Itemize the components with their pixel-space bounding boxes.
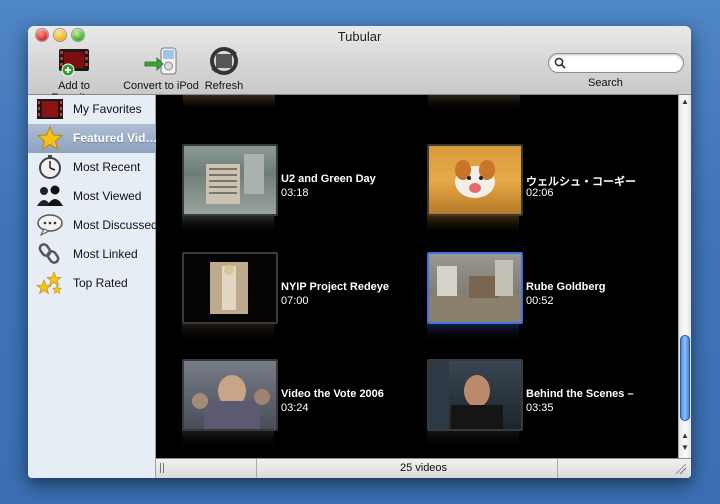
- partial-video-reflection: [183, 95, 275, 109]
- refresh-button[interactable]: Refresh: [204, 46, 244, 92]
- titlebar-toolbar: Tubular Add to Favorites: [28, 26, 691, 104]
- resize-grip-icon[interactable]: [676, 464, 686, 474]
- sidebar-item-featured-videos[interactable]: Featured Vid…: [28, 124, 158, 153]
- video-duration: 07:00: [281, 295, 309, 307]
- ipod-convert-icon: [143, 46, 179, 78]
- scroll-up-arrow-icon[interactable]: ▲: [681, 97, 689, 106]
- scroll-up-arrow-icon[interactable]: ▲: [681, 431, 689, 440]
- sidebar-item-label: My Favorites: [73, 102, 142, 116]
- sidebar-item-label: Most Discussed: [73, 218, 158, 232]
- video-thumbnail[interactable]: [182, 144, 278, 216]
- scroll-down-arrow-icon[interactable]: ▼: [681, 443, 689, 452]
- sidebar-item-top-rated[interactable]: Top Rated: [28, 269, 155, 298]
- sidebar-item-my-favorites[interactable]: My Favorites: [28, 95, 155, 124]
- video-title: Behind the Scenes –: [526, 388, 634, 400]
- refresh-label: Refresh: [204, 80, 244, 92]
- search-icon: [554, 57, 566, 69]
- convert-to-ipod-label: Convert to iPod: [123, 80, 199, 92]
- film-add-icon: [56, 46, 92, 78]
- refresh-icon: [206, 46, 242, 78]
- app-window: Tubular Add to Favorites: [28, 26, 691, 478]
- video-title: U2 and Green Day: [281, 173, 376, 185]
- video-title: NYIP Project Redeye: [281, 281, 390, 293]
- video-count: 25 videos: [399, 462, 448, 474]
- video-duration: 03:24: [281, 402, 309, 414]
- people-icon: [37, 185, 63, 206]
- sidebar-item-label: Most Linked: [73, 247, 138, 261]
- video-thumbnail[interactable]: [182, 252, 278, 324]
- sidebar-item-label: Featured Vid…: [73, 131, 158, 145]
- video-thumbnail-selected[interactable]: [427, 252, 523, 324]
- sidebar-item-most-linked[interactable]: Most Linked: [28, 240, 155, 269]
- video-thumbnail[interactable]: [427, 144, 523, 216]
- convert-to-ipod-button[interactable]: Convert to iPod: [121, 46, 201, 92]
- video-duration: 03:35: [526, 402, 554, 414]
- video-duration: 03:18: [281, 187, 309, 199]
- sidebar-item-most-viewed[interactable]: Most Viewed: [28, 182, 155, 211]
- scrollbar-thumb[interactable]: [680, 335, 690, 421]
- video-title: Video the Vote 2006: [281, 388, 384, 400]
- sidebar: My Favorites Featured Vid… Most Recent M…: [28, 95, 158, 478]
- stopwatch-icon: [39, 155, 61, 179]
- video-grid: U2 and Green Day 03:18 ウェルシュ・コーギー 02:06 …: [156, 95, 678, 458]
- partial-video-reflection: [428, 95, 520, 109]
- video-thumbnail[interactable]: [427, 359, 523, 431]
- sidebar-item-most-recent[interactable]: Most Recent: [28, 153, 155, 182]
- star-icon: [36, 126, 64, 150]
- stars-icon: [36, 271, 63, 295]
- sidebar-item-label: Most Recent: [73, 160, 141, 174]
- video-title: Rube Goldberg: [526, 281, 606, 293]
- search-field[interactable]: [548, 53, 684, 73]
- sidebar-item-most-discussed[interactable]: Most Discussed: [28, 211, 158, 240]
- speech-bubble-icon: [37, 214, 63, 237]
- window-title: Tubular: [337, 29, 382, 44]
- sidebar-item-label: Most Viewed: [73, 189, 142, 203]
- sidebar-item-label: Top Rated: [73, 276, 128, 290]
- chain-link-icon: [38, 243, 60, 264]
- vertical-scrollbar[interactable]: ▲ ▲ ▼: [678, 95, 691, 458]
- video-duration: 02:06: [526, 187, 554, 199]
- video-duration: 00:52: [526, 295, 554, 307]
- search-label: Search: [588, 77, 623, 89]
- search-input[interactable]: [569, 55, 679, 72]
- video-thumbnail[interactable]: [182, 359, 278, 431]
- film-strip-icon: [37, 99, 63, 119]
- status-bar: 25 videos: [156, 458, 691, 478]
